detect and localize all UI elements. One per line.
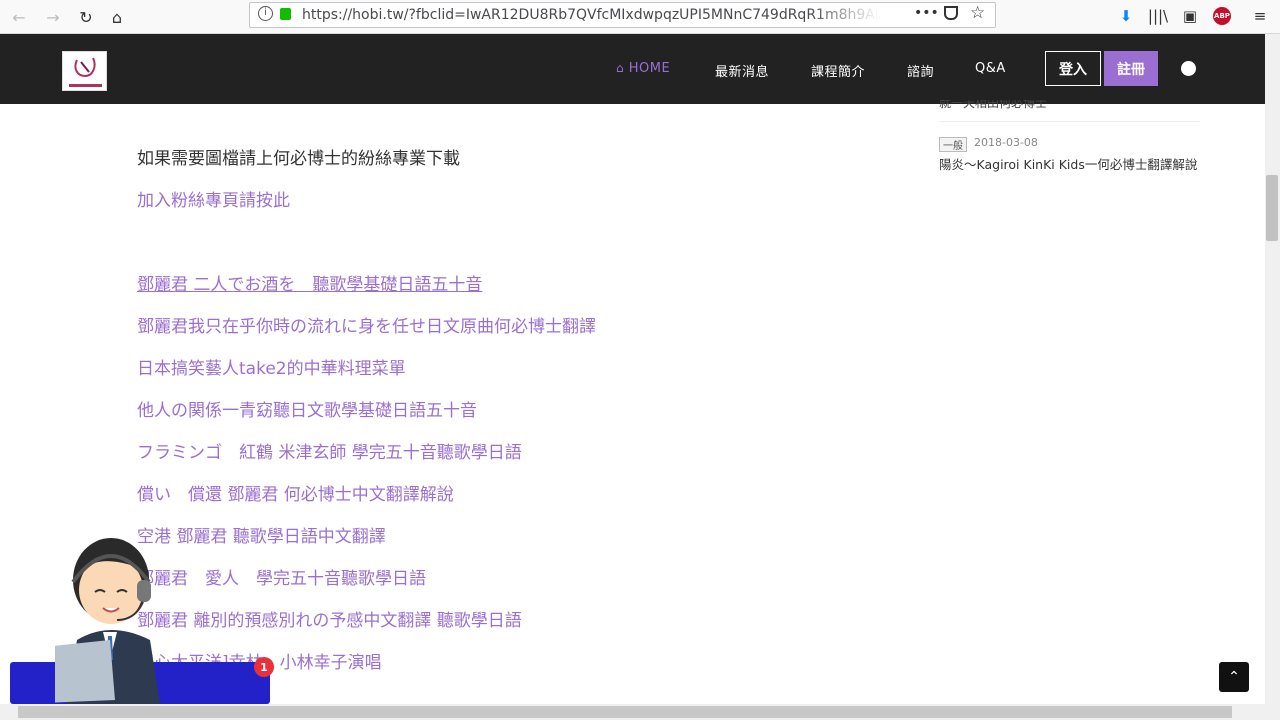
nav-home[interactable]: ⌂ HOME <box>616 61 670 76</box>
home-icon[interactable]: ⌂ <box>104 4 130 30</box>
nav-qa[interactable]: Q&A <box>975 61 1006 76</box>
download-notice: 如果需要圖檔請上何必博士的紛絲專業下載 <box>137 149 460 169</box>
article-link[interactable]: 鄧麗君 離別的預感別れの予感中文翻譯 聽歌學日語 <box>137 606 522 631</box>
article-link[interactable]: 他人の関係一青窈聽日文歌學基礎日語五十音 <box>137 396 477 421</box>
globe-icon[interactable] <box>1181 61 1196 76</box>
login-button[interactable]: 登入 <box>1045 51 1101 86</box>
hamburger-menu-icon[interactable]: ≡ <box>1248 4 1272 28</box>
horizontal-scroll-thumb[interactable] <box>18 706 1232 718</box>
article-link[interactable]: フラミンゴ 紅鶴 米津玄師 學完五十音聽歌學日語 <box>137 438 522 463</box>
vertical-scrollbar[interactable] <box>1265 34 1280 704</box>
library-icon[interactable]: |||\ <box>1146 4 1170 28</box>
article-link[interactable]: 鄧麗君 二人でお酒を 聽歌學基礎日語五十音 <box>137 270 482 295</box>
adblock-icon[interactable]: ABP <box>1210 4 1234 28</box>
address-bar[interactable]: i https://hobi.tw/?fbclid=IwAR12DU8Rb7QV… <box>249 2 996 28</box>
support-agent-avatar[interactable] <box>55 520 165 704</box>
nav-courses[interactable]: 課程簡介 <box>811 61 865 80</box>
vertical-scroll-thumb[interactable] <box>1266 175 1278 241</box>
chevron-up-icon: ⌃ <box>1228 669 1240 685</box>
download-icon[interactable]: ⬇ <box>1114 4 1138 28</box>
pocket-icon[interactable] <box>944 6 958 20</box>
sidebar-icon[interactable]: ▣ <box>1178 4 1202 28</box>
back-to-top-button[interactable]: ⌃ <box>1219 662 1249 692</box>
sidebar-post-title[interactable]: 陽炎〜Kagiroi KinKi Kids一何必博士翻譯解說 <box>939 154 1197 173</box>
article-link[interactable]: 鄧麗君 愛人 學完五十音聽歌學日語 <box>137 564 426 589</box>
site-header: ⌂ HOME 最新消息 課程簡介 諮詢 Q&A 登入 註冊 <box>0 34 1265 104</box>
info-icon[interactable]: i <box>258 6 273 21</box>
sidebar-divider <box>939 121 1200 122</box>
category-tag[interactable]: 一般 <box>939 137 967 152</box>
article-link[interactable]: 日本搞笑藝人take2的中華料理菜單 <box>137 354 406 379</box>
post-date: 2018-03-08 <box>974 136 1038 149</box>
site-logo[interactable] <box>62 51 107 91</box>
forward-icon[interactable]: → <box>40 4 66 30</box>
nav-news[interactable]: 最新消息 <box>715 61 769 80</box>
nav-consult[interactable]: 諮詢 <box>907 61 934 80</box>
lock-icon <box>280 8 291 20</box>
more-actions-icon[interactable]: ••• <box>914 5 939 21</box>
article-link[interactable]: 鄧麗君我只在乎你時の流れに身を任せ日文原曲何必博士翻譯 <box>137 312 596 337</box>
home-icon: ⌂ <box>616 61 625 75</box>
back-icon[interactable]: ← <box>6 4 32 30</box>
article-link[interactable]: 償い 償還 鄧麗君 何必博士中文翻譯解說 <box>137 480 454 505</box>
reload-icon[interactable]: ↻ <box>73 4 99 30</box>
bookmark-star-icon[interactable]: ☆ <box>970 3 985 23</box>
register-button[interactable]: 註冊 <box>1104 51 1158 86</box>
article-link[interactable]: 空港 鄧麗君 聽歌學日語中文翻譯 <box>137 522 386 547</box>
browser-toolbar: ← → ↻ ⌂ i https://hobi.tw/?fbclid=IwAR12… <box>0 0 1280 34</box>
fanpage-link[interactable]: 加入粉絲專頁請按此 <box>137 186 290 211</box>
notification-badge: 1 <box>254 657 274 677</box>
url-text[interactable]: https://hobi.tw/?fbclid=IwAR12DU8Rb7QVfc… <box>302 7 877 23</box>
